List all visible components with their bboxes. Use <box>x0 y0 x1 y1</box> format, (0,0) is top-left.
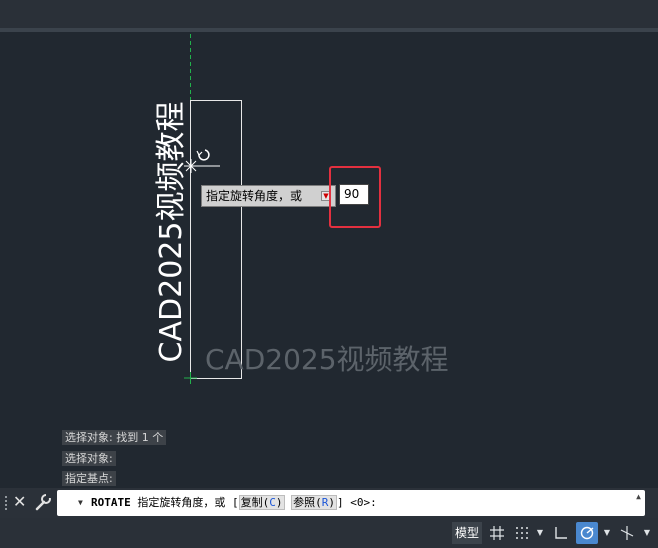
rotate-cursor-icon <box>196 149 210 161</box>
history-line: 选择对象: <box>62 451 116 466</box>
isodraft-icon[interactable] <box>617 522 637 544</box>
history-line: 选择对象: 找到 1 个 <box>62 430 167 445</box>
dynamic-input-prompt: 指定旋转角度，或 ▼ <box>201 185 336 207</box>
isodraft-dropdown-icon[interactable]: ▼ <box>641 522 653 544</box>
command-default: ] <0>: <box>337 496 377 509</box>
history-line: 指定基点: <box>62 471 116 486</box>
text-bounding-rect <box>190 100 242 379</box>
snap-dropdown-icon[interactable]: ▼ <box>534 522 546 544</box>
command-history-dropdown-icon[interactable]: ▼ <box>78 490 83 516</box>
option-copy[interactable]: 复制(C) <box>238 495 285 510</box>
wrench-icon[interactable] <box>34 492 52 512</box>
ortho-icon[interactable] <box>551 522 571 544</box>
input-highlight-box <box>329 166 381 228</box>
grip-icon[interactable] <box>4 495 8 511</box>
snap-icon[interactable] <box>512 522 532 544</box>
polar-tracking-icon[interactable] <box>576 522 598 544</box>
close-icon[interactable]: ✕ <box>13 492 26 512</box>
polar-dropdown-icon[interactable]: ▼ <box>601 522 613 544</box>
command-prompt: 指定旋转角度，或 [ <box>137 496 239 509</box>
scroll-up-icon[interactable]: ▲ <box>636 492 641 502</box>
model-tab[interactable]: 模型 <box>452 522 482 544</box>
prompt-label: 指定旋转角度，或 <box>206 189 303 203</box>
option-reference[interactable]: 参照(R) <box>291 495 337 510</box>
rotated-text-object[interactable]: CAD2025视频教程 <box>146 102 190 363</box>
command-name: ROTATE <box>91 496 131 509</box>
command-input[interactable]: ▼ ROTATE 指定旋转角度，或 [复制(C) 参照(R)] <0>: ▲ <box>57 490 645 516</box>
grid-icon[interactable] <box>487 522 507 544</box>
rotation-preview-text: CAD2025视频教程 <box>205 343 449 376</box>
